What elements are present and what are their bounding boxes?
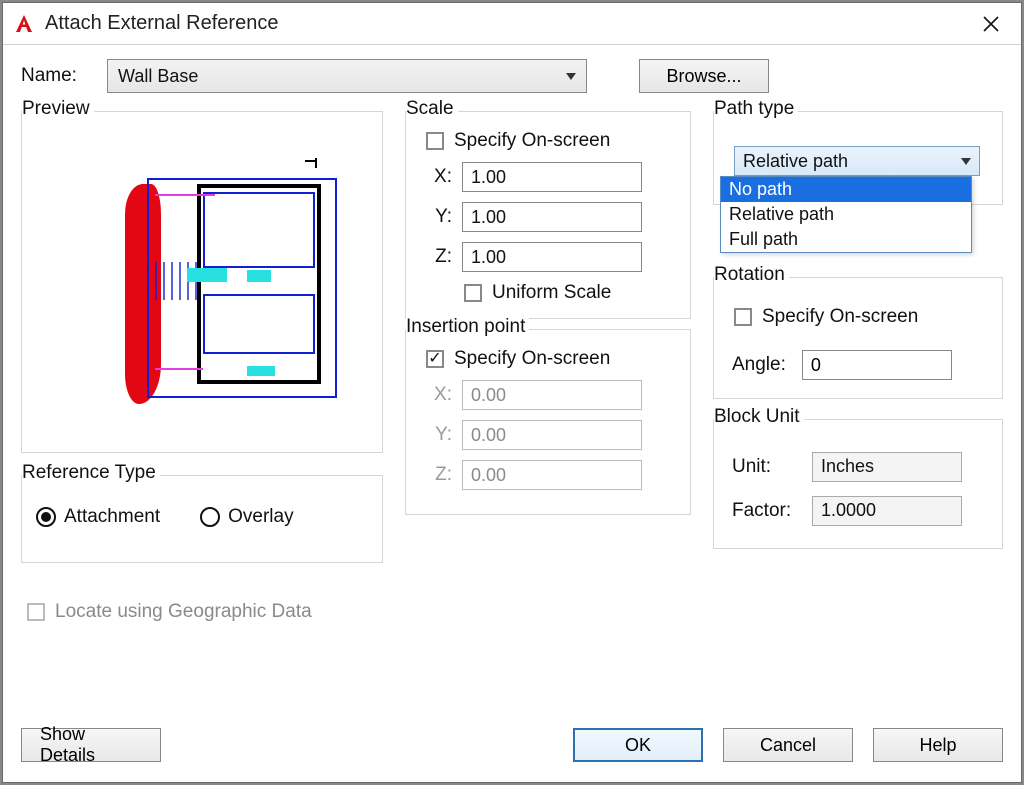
block-unit-title: Block Unit	[714, 406, 804, 428]
insertion-z-label: Z:	[420, 464, 452, 486]
rotation-title: Rotation	[714, 264, 789, 286]
close-icon	[983, 16, 999, 32]
reference-type-group: Reference Type Attachment Overlay	[21, 475, 383, 563]
insertion-specify-label: Specify On-screen	[454, 348, 610, 370]
scale-y-label: Y:	[420, 206, 452, 228]
preview-group: Preview	[21, 111, 383, 453]
scale-z-label: Z:	[420, 246, 452, 268]
path-type-option-relative[interactable]: Relative path	[721, 202, 971, 227]
block-unit-group: Block Unit Unit: Inches Factor: 1.0000	[713, 419, 1003, 549]
reference-type-title: Reference Type	[22, 462, 160, 484]
preview-title: Preview	[22, 98, 94, 120]
overlay-radio-label: Overlay	[228, 506, 293, 528]
uniform-scale-checkbox[interactable]	[464, 284, 482, 302]
name-label: Name:	[21, 65, 91, 87]
locate-geo-checkbox	[27, 603, 45, 621]
path-type-selected: Relative path	[743, 151, 848, 172]
app-icon	[13, 13, 35, 35]
unit-label: Unit:	[732, 456, 792, 478]
insertion-y-input	[462, 420, 642, 450]
show-details-button[interactable]: Show Details	[21, 728, 161, 762]
unit-field: Inches	[812, 452, 962, 482]
attachment-radio-label: Attachment	[64, 506, 160, 528]
name-dropdown[interactable]: Wall Base	[107, 59, 587, 93]
insertion-specify-checkbox[interactable]	[426, 350, 444, 368]
scale-specify-label: Specify On-screen	[454, 130, 610, 152]
footer: Show Details OK Cancel Help	[3, 722, 1021, 782]
browse-button[interactable]: Browse...	[639, 59, 769, 93]
scale-group: Scale Specify On-screen X: Y: Z:	[405, 111, 691, 319]
locate-geo-label: Locate using Geographic Data	[55, 601, 312, 623]
path-type-group: Path type Relative path No path Relative…	[713, 111, 1003, 205]
scale-y-input[interactable]	[462, 202, 642, 232]
insertion-z-input	[462, 460, 642, 490]
radio-icon	[200, 507, 220, 527]
name-dropdown-value: Wall Base	[118, 66, 198, 87]
locate-geo-row: Locate using Geographic Data	[27, 601, 383, 623]
path-type-title: Path type	[714, 98, 798, 120]
angle-label: Angle:	[732, 354, 786, 376]
preview-canvas	[47, 144, 357, 424]
insertion-title: Insertion point	[406, 316, 529, 338]
help-button[interactable]: Help	[873, 728, 1003, 762]
dialog-content: Name: Wall Base Browse... Preview	[3, 45, 1021, 722]
ok-label: OK	[625, 735, 651, 756]
rotation-group: Rotation Specify On-screen Angle:	[713, 277, 1003, 399]
radio-icon	[36, 507, 56, 527]
name-row: Name: Wall Base Browse...	[21, 59, 1003, 93]
insertion-y-label: Y:	[420, 424, 452, 446]
scale-z-input[interactable]	[462, 242, 642, 272]
rotation-specify-checkbox[interactable]	[734, 308, 752, 326]
path-type-option-full[interactable]: Full path	[721, 227, 971, 252]
insertion-group: Insertion point Specify On-screen X: Y:	[405, 329, 691, 515]
uniform-scale-label: Uniform Scale	[492, 282, 611, 304]
attachment-radio[interactable]: Attachment	[36, 506, 160, 528]
angle-input[interactable]	[802, 350, 952, 380]
path-type-dropdown-list[interactable]: No path Relative path Full path	[720, 176, 972, 253]
show-details-label: Show Details	[40, 724, 142, 766]
scale-x-label: X:	[420, 166, 452, 188]
close-button[interactable]	[971, 4, 1011, 44]
help-label: Help	[919, 735, 956, 756]
scale-specify-checkbox[interactable]	[426, 132, 444, 150]
ok-button[interactable]: OK	[573, 728, 703, 762]
titlebar: Attach External Reference	[3, 3, 1021, 45]
scale-x-input[interactable]	[462, 162, 642, 192]
factor-field: 1.0000	[812, 496, 962, 526]
rotation-specify-label: Specify On-screen	[762, 306, 918, 328]
scale-title: Scale	[406, 98, 458, 120]
window-title: Attach External Reference	[45, 12, 971, 35]
overlay-radio[interactable]: Overlay	[200, 506, 293, 528]
path-type-dropdown[interactable]: Relative path	[734, 146, 980, 176]
cancel-label: Cancel	[760, 735, 816, 756]
path-type-option-no-path[interactable]: No path	[721, 177, 971, 202]
insertion-x-label: X:	[420, 384, 452, 406]
insertion-x-input	[462, 380, 642, 410]
cancel-button[interactable]: Cancel	[723, 728, 853, 762]
factor-label: Factor:	[732, 500, 792, 522]
dialog-window: Attach External Reference Name: Wall Bas…	[2, 2, 1022, 783]
browse-button-label: Browse...	[666, 66, 741, 87]
